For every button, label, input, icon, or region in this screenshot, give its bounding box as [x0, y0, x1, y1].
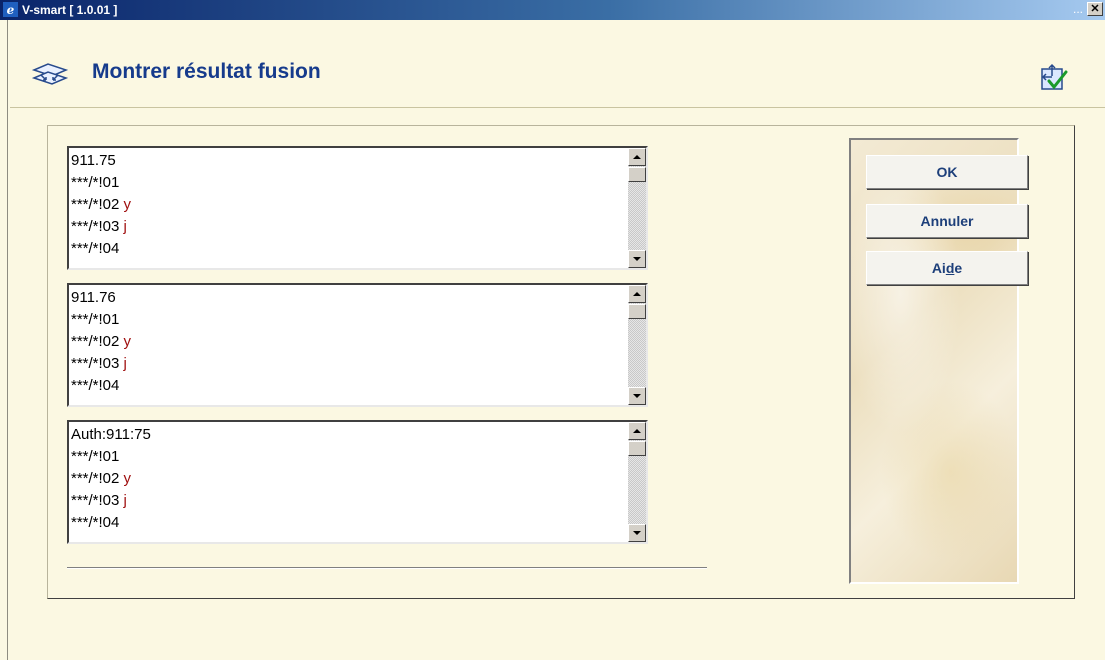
- ok-button[interactable]: OK: [866, 155, 1028, 189]
- merge-records-icon: [32, 63, 68, 85]
- list-item[interactable]: ***/*!02 y: [71, 331, 131, 353]
- list-item[interactable]: ***/*!02 y: [71, 468, 151, 490]
- merge-result-list[interactable]: Auth:911:75 ***/*!01 ***/*!02 y ***/*!03…: [67, 420, 648, 544]
- window-titlebar: e V-smart [ 1.0.01 ] ... ✕: [0, 0, 1105, 20]
- vertical-scrollbar[interactable]: [628, 285, 646, 405]
- list-item[interactable]: ***/*!02 y: [71, 194, 131, 216]
- vertical-scrollbar[interactable]: [628, 148, 646, 268]
- scroll-thumb[interactable]: [628, 304, 646, 319]
- list-lines: Auth:911:75 ***/*!01 ***/*!02 y ***/*!03…: [71, 424, 151, 534]
- list-item[interactable]: Auth:911:75: [71, 424, 151, 446]
- scroll-up-button[interactable]: [628, 422, 646, 440]
- page-title: Montrer résultat fusion: [92, 60, 321, 83]
- merge-source-list-2[interactable]: 911.76 ***/*!01 ***/*!02 y ***/*!03 j **…: [67, 283, 648, 407]
- svg-text:e: e: [7, 3, 15, 17]
- window-more[interactable]: ...: [1073, 2, 1083, 16]
- list-item[interactable]: ***/*!01: [71, 172, 131, 194]
- help-button[interactable]: Aide: [866, 251, 1028, 285]
- header-divider: [10, 107, 1105, 108]
- scroll-down-button[interactable]: [628, 250, 646, 268]
- arrow-down-icon: [633, 531, 641, 535]
- list-item[interactable]: ***/*!04: [71, 238, 131, 260]
- vertical-scrollbar[interactable]: [628, 422, 646, 542]
- list-item[interactable]: 911.75: [71, 150, 131, 172]
- arrow-down-icon: [633, 257, 641, 261]
- list-item[interactable]: ***/*!01: [71, 309, 131, 331]
- list-item[interactable]: ***/*!03 j: [71, 490, 151, 512]
- arrow-up-icon: [633, 292, 641, 296]
- arrow-down-icon: [633, 394, 641, 398]
- window-title: V-smart [ 1.0.01 ]: [22, 3, 118, 17]
- merge-source-list-1[interactable]: 911.75 ***/*!01 ***/*!02 y ***/*!03 j **…: [67, 146, 648, 270]
- scroll-down-button[interactable]: [628, 524, 646, 542]
- arrow-up-icon: [633, 155, 641, 159]
- list-lines: 911.75 ***/*!01 ***/*!02 y ***/*!03 j **…: [71, 150, 131, 260]
- context-help-icon[interactable]: [1039, 63, 1069, 93]
- close-button[interactable]: ✕: [1087, 2, 1103, 16]
- list-item[interactable]: 911.76: [71, 287, 131, 309]
- list-item[interactable]: ***/*!03 j: [71, 216, 131, 238]
- scroll-thumb[interactable]: [628, 167, 646, 182]
- scroll-up-button[interactable]: [628, 285, 646, 303]
- scroll-up-button[interactable]: [628, 148, 646, 166]
- ie-logo-icon: e: [3, 2, 18, 17]
- list-lines: 911.76 ***/*!01 ***/*!02 y ***/*!03 j **…: [71, 287, 131, 397]
- scroll-down-button[interactable]: [628, 387, 646, 405]
- left-border: [0, 20, 8, 660]
- list-item[interactable]: ***/*!01: [71, 446, 151, 468]
- cancel-button[interactable]: Annuler: [866, 204, 1028, 238]
- list-item[interactable]: ***/*!04: [71, 512, 151, 534]
- arrow-up-icon: [633, 429, 641, 433]
- bottom-divider: [67, 567, 707, 569]
- list-item[interactable]: ***/*!04: [71, 375, 131, 397]
- list-item[interactable]: ***/*!03 j: [71, 353, 131, 375]
- scroll-thumb[interactable]: [628, 441, 646, 456]
